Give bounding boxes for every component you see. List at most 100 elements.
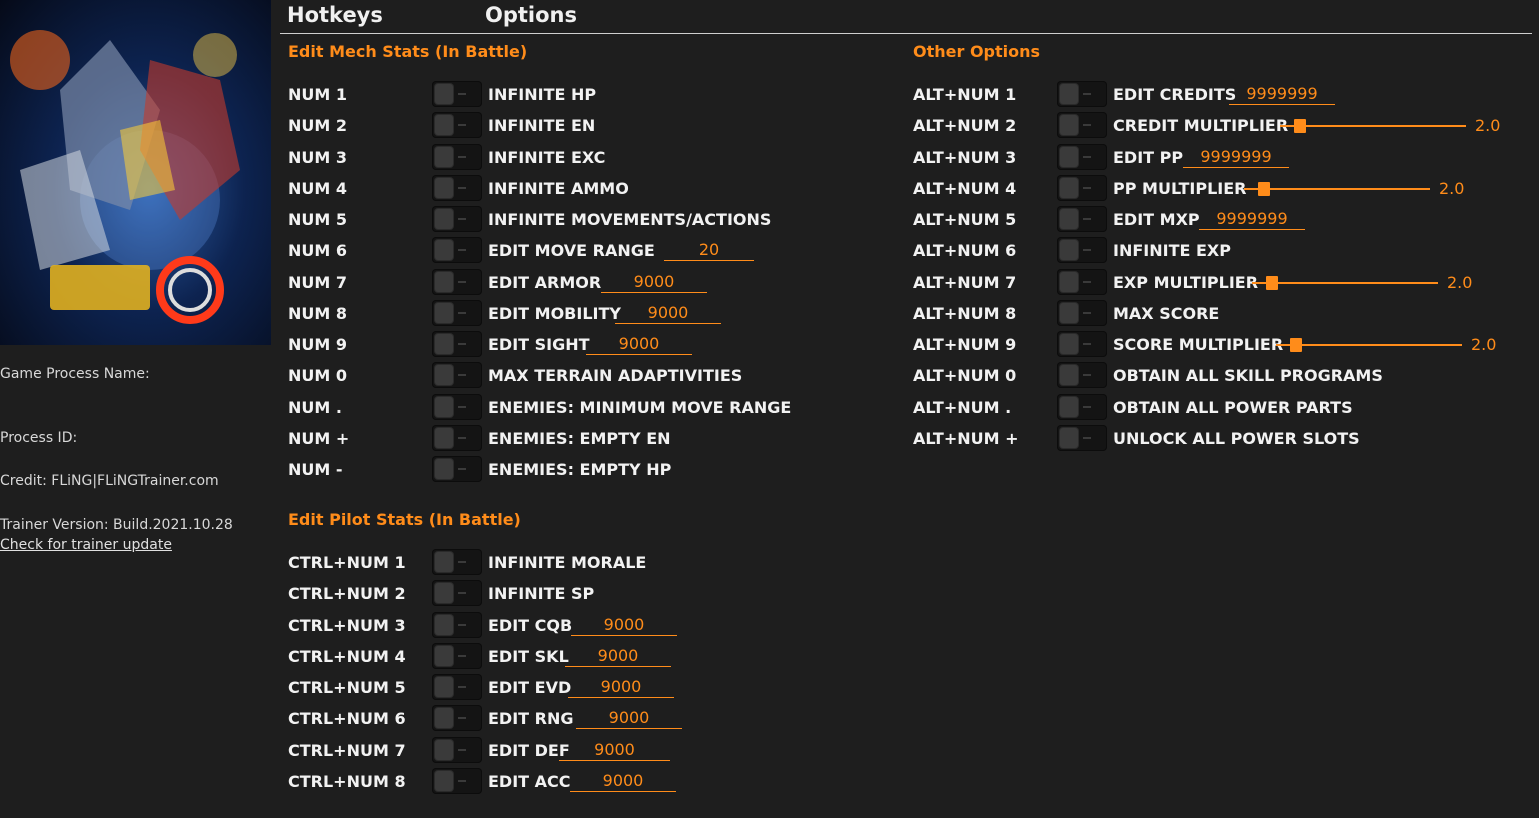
option-label: EDIT EVD — [488, 678, 572, 697]
toggle-dash — [458, 218, 466, 220]
toggle-switch[interactable] — [432, 580, 482, 607]
toggle-switch[interactable] — [1057, 112, 1107, 139]
toggle-knob — [435, 583, 453, 604]
toggle-knob — [1060, 115, 1078, 136]
toggle-switch[interactable] — [1057, 237, 1107, 264]
toggle-switch[interactable] — [1057, 206, 1107, 232]
option-row-edit-credits: ALT+NUM 1 EDIT CREDITS 9999999 — [913, 79, 1533, 110]
slider-value: 2.0 — [1475, 116, 1501, 136]
option-row-obtain-all-skill-programs: ALT+NUM 0 OBTAIN ALL SKILL PROGRAMS — [913, 360, 1533, 391]
toggle-switch[interactable] — [432, 299, 482, 326]
toggle-knob — [435, 396, 453, 417]
toggle-knob — [435, 552, 453, 572]
hotkey-label: CTRL+NUM 8 — [288, 771, 406, 791]
hotkey-label: ALT+NUM + — [913, 428, 1019, 448]
trainer-version-label: Trainer Version: Build.2021.10.28 — [0, 517, 233, 533]
option-row-credit-multiplier: ALT+NUM 2 CREDIT MULTIPLIER 2.0 — [913, 110, 1533, 141]
hotkey-label: NUM 9 — [288, 335, 348, 354]
toggle-knob — [435, 146, 453, 167]
toggle-switch[interactable] — [432, 81, 482, 107]
toggle-switch[interactable] — [432, 767, 482, 794]
toggle-switch[interactable] — [432, 362, 482, 389]
hotkey-label: NUM 0 — [288, 366, 348, 386]
toggle-switch[interactable] — [432, 206, 482, 232]
slider-thumb[interactable] — [1290, 338, 1302, 352]
value-input[interactable]: 9000 — [568, 677, 674, 698]
toggle-switch[interactable] — [1057, 299, 1107, 326]
check-update-link[interactable]: Check for trainer update — [0, 537, 172, 553]
multiplier-slider[interactable] — [1252, 273, 1438, 293]
toggle-switch[interactable] — [1057, 81, 1107, 107]
toggle-switch[interactable] — [432, 456, 482, 482]
toggle-switch[interactable] — [432, 549, 482, 575]
toggle-dash — [458, 405, 466, 408]
multiplier-slider[interactable] — [1276, 335, 1462, 355]
option-label: UNLOCK ALL POWER SLOTS — [1113, 428, 1360, 448]
slider-track — [1276, 344, 1462, 346]
toggle-switch[interactable] — [432, 331, 482, 357]
value-input[interactable]: 9000 — [571, 615, 677, 636]
toggle-dash — [458, 93, 466, 95]
value-input[interactable]: 9000 — [586, 334, 692, 355]
toggle-switch[interactable] — [432, 424, 482, 451]
value-input[interactable]: 20 — [664, 240, 754, 262]
toggle-switch[interactable] — [432, 112, 482, 139]
value-input[interactable]: 9999999 — [1183, 147, 1289, 168]
value-input[interactable]: 9000 — [576, 708, 682, 730]
option-row-max-terrain-adaptivities: NUM 0 MAX TERRAIN ADAPTIVITIES — [288, 360, 908, 391]
value-input[interactable]: 9999999 — [1199, 209, 1305, 230]
value-input[interactable]: 9000 — [615, 303, 721, 324]
hotkey-label: NUM 8 — [288, 303, 348, 323]
toggle-dash — [458, 561, 466, 563]
toggle-dash — [1083, 280, 1091, 283]
slider-value: 2.0 — [1439, 178, 1465, 198]
toggle-switch[interactable] — [432, 705, 482, 732]
option-label: MAX TERRAIN ADAPTIVITIES — [488, 366, 743, 386]
option-row-edit-sight: NUM 9 EDIT SIGHT 9000 — [288, 329, 908, 360]
toggle-switch[interactable] — [432, 237, 482, 264]
toggle-switch[interactable] — [432, 174, 482, 201]
toggle-switch[interactable] — [1057, 143, 1107, 170]
option-row-edit-armor: NUM 7 EDIT ARMOR 9000 — [288, 267, 908, 298]
slider-thumb[interactable] — [1294, 119, 1306, 134]
toggle-switch[interactable] — [432, 674, 482, 700]
option-row-infinite-ammo: NUM 4 INFINITE AMMO — [288, 173, 908, 204]
toggle-switch[interactable] — [432, 393, 482, 420]
option-label: INFINITE HP — [488, 85, 597, 104]
slider-track — [1280, 125, 1466, 128]
value-input[interactable]: 9000 — [601, 272, 707, 293]
value-input[interactable]: 9000 — [559, 740, 670, 761]
value-input[interactable]: 9000 — [565, 646, 671, 667]
toggle-switch[interactable] — [432, 736, 482, 763]
multiplier-slider[interactable] — [1280, 116, 1466, 136]
toggle-switch[interactable] — [432, 611, 482, 638]
multiplier-slider[interactable] — [1244, 179, 1430, 199]
slider-thumb[interactable] — [1266, 275, 1278, 290]
slider-thumb[interactable] — [1258, 181, 1270, 196]
toggle-switch[interactable] — [432, 268, 482, 295]
hotkey-label: NUM 6 — [288, 241, 348, 261]
toggle-switch[interactable] — [432, 642, 482, 669]
toggle-knob — [435, 365, 453, 386]
hotkey-label: NUM + — [288, 428, 350, 448]
toggle-switch[interactable] — [432, 143, 482, 170]
toggle-switch[interactable] — [1057, 362, 1107, 389]
hotkey-label: NUM 3 — [288, 147, 348, 167]
toggle-dash — [458, 592, 466, 595]
option-label: ENEMIES: EMPTY HP — [488, 460, 672, 479]
option-label: EDIT ACC — [488, 771, 571, 791]
toggle-switch[interactable] — [1057, 174, 1107, 201]
section-title-pilot: Edit Pilot Stats (In Battle) — [288, 510, 521, 529]
value-input[interactable]: 9999999 — [1229, 84, 1335, 105]
toggle-dash — [458, 717, 466, 720]
hotkey-label: ALT+NUM 9 — [913, 335, 1017, 354]
toggle-switch[interactable] — [1057, 331, 1107, 357]
tab-options[interactable]: Options — [485, 3, 577, 27]
option-row-edit-rng: CTRL+NUM 6 EDIT RNG 9000 — [288, 703, 908, 734]
value-input[interactable]: 9000 — [570, 771, 676, 792]
toggle-switch[interactable] — [1057, 393, 1107, 420]
toggle-switch[interactable] — [1057, 424, 1107, 451]
left-panel: Game Process Name: Process ID: Credit: F… — [0, 0, 271, 818]
toggle-switch[interactable] — [1057, 268, 1107, 295]
tab-hotkeys[interactable]: Hotkeys — [287, 3, 383, 27]
